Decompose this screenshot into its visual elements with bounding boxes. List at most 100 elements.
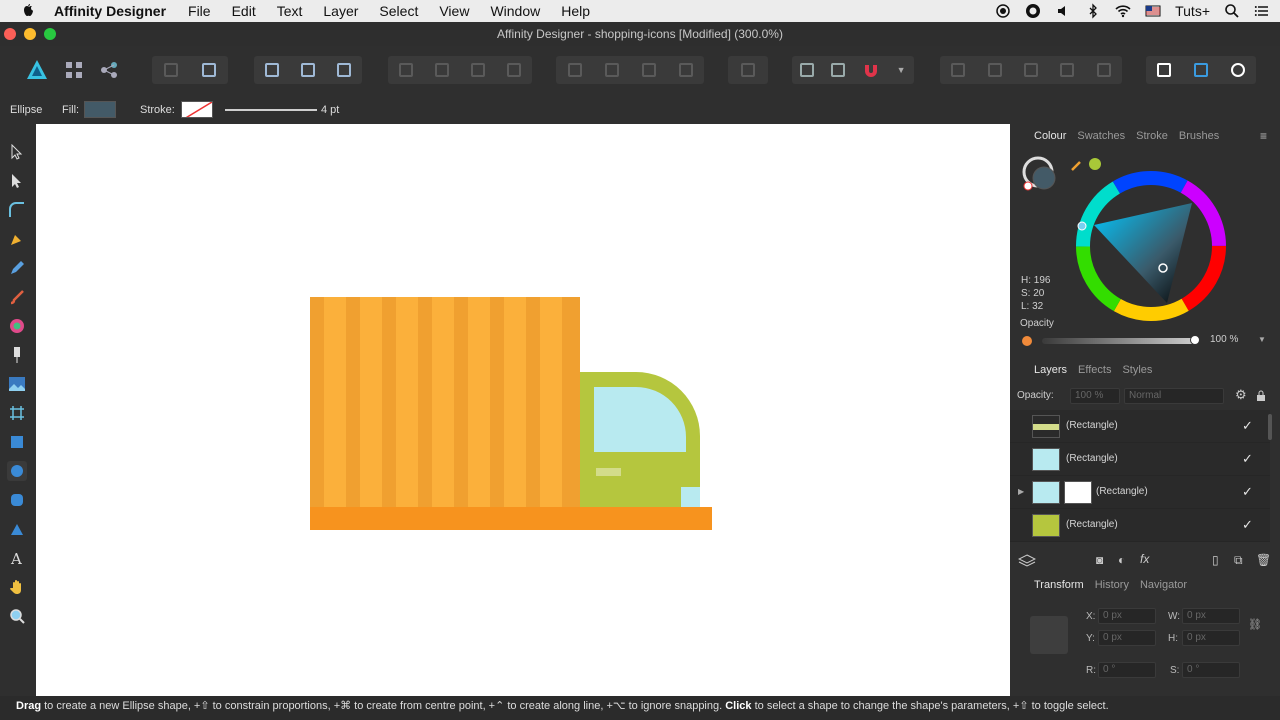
canvas[interactable]: [36, 124, 1010, 696]
toolbar-button-12[interactable]: [641, 63, 656, 77]
chevron-down-icon[interactable]: ▼: [1258, 335, 1266, 344]
menu-file[interactable]: File: [188, 3, 211, 19]
text-tool[interactable]: A: [7, 548, 27, 568]
move-tool[interactable]: [7, 142, 27, 162]
spotlight-search-icon[interactable]: [1224, 3, 1240, 19]
lock-icon[interactable]: [1256, 389, 1266, 402]
chevron-down-icon[interactable]: ▼: [897, 65, 906, 75]
visibility-check-icon[interactable]: ✓: [1242, 517, 1253, 533]
toolbar-button-13[interactable]: [678, 63, 693, 77]
menu-help[interactable]: Help: [561, 3, 590, 19]
toolbar-button-9[interactable]: [507, 63, 521, 77]
user-menu[interactable]: Tuts+: [1175, 3, 1210, 19]
expand-arrow-icon[interactable]: ▶: [1018, 487, 1024, 496]
notification-center-icon[interactable]: [1254, 3, 1270, 19]
hand-tool[interactable]: [7, 577, 27, 597]
mask-icon[interactable]: ◙: [1096, 553, 1103, 567]
rounded-rectangle-tool[interactable]: [7, 490, 27, 510]
headlight[interactable]: [681, 487, 700, 507]
fill-swatch[interactable]: [84, 101, 116, 118]
layer-opacity-field[interactable]: 100 %: [1070, 388, 1120, 404]
menu-text[interactable]: Text: [277, 3, 303, 19]
anchor-selector[interactable]: [1030, 616, 1068, 654]
fx-icon[interactable]: fx: [1140, 552, 1149, 566]
transparency-tool[interactable]: [7, 345, 27, 365]
rectangle-tool[interactable]: [7, 432, 27, 452]
tab-styles[interactable]: Styles: [1122, 364, 1152, 376]
tab-layers[interactable]: Layers: [1034, 364, 1067, 376]
toolbar-button-18[interactable]: [1096, 63, 1111, 77]
x-field[interactable]: 0 px: [1098, 608, 1156, 624]
link-icon[interactable]: ⛓: [1248, 618, 1262, 631]
tab-swatches[interactable]: Swatches: [1077, 130, 1125, 142]
toolbar-button-20[interactable]: [1193, 63, 1208, 77]
toolbar-button-7[interactable]: [435, 63, 449, 77]
tab-stroke[interactable]: Stroke: [1136, 130, 1168, 142]
toolbar-button-3[interactable]: [265, 63, 279, 77]
triangle-tool[interactable]: [7, 519, 27, 539]
toolbar-button-11[interactable]: [604, 63, 619, 77]
layers-scrollbar[interactable]: [1268, 414, 1272, 440]
colour-wheel[interactable]: [1072, 168, 1232, 328]
zoom-tool[interactable]: [7, 606, 27, 626]
magnet-icon[interactable]: [862, 61, 880, 79]
visibility-check-icon[interactable]: ✓: [1242, 451, 1253, 467]
snap-icon[interactable]: [831, 63, 846, 77]
toolbar-button-4[interactable]: [301, 63, 315, 77]
shear-field[interactable]: 0 °: [1182, 662, 1240, 678]
tab-navigator[interactable]: Navigator: [1140, 579, 1187, 591]
toolbar-button-6[interactable]: [399, 63, 413, 77]
opacity-slider[interactable]: [1042, 338, 1197, 344]
tab-history[interactable]: History: [1095, 579, 1129, 591]
gear-icon[interactable]: ⚙: [1235, 387, 1247, 403]
visibility-check-icon[interactable]: ✓: [1242, 418, 1253, 434]
close-button[interactable]: [4, 28, 16, 40]
layer-row[interactable]: (Rectangle) ✓: [1010, 410, 1270, 443]
toolbar-button-10[interactable]: [567, 63, 582, 77]
apple-icon[interactable]: [20, 3, 36, 19]
duplicate-layer-icon[interactable]: ⧉: [1234, 553, 1243, 568]
app-menu[interactable]: Affinity Designer: [54, 3, 166, 19]
flag-icon[interactable]: [1145, 3, 1161, 19]
record-icon[interactable]: [995, 3, 1011, 19]
export-persona-icon[interactable]: [99, 60, 119, 80]
minimize-button[interactable]: [24, 28, 36, 40]
pen-tool[interactable]: [7, 229, 27, 249]
h-field[interactable]: 0 px: [1182, 630, 1240, 646]
visibility-check-icon[interactable]: ✓: [1242, 484, 1253, 500]
add-layer-icon[interactable]: ▯: [1212, 553, 1219, 567]
opacity-value[interactable]: 100 %: [1210, 334, 1238, 345]
tab-transform[interactable]: Transform: [1034, 579, 1084, 591]
menu-edit[interactable]: Edit: [232, 3, 256, 19]
grid-icon[interactable]: [800, 63, 815, 77]
toolbar-button-15[interactable]: [987, 63, 1002, 77]
toolbar-button-21[interactable]: [1230, 63, 1245, 77]
toolbar-button-5[interactable]: [337, 63, 351, 77]
layer-row[interactable]: ▶ (Rectangle) ✓: [1010, 476, 1270, 509]
door-handle[interactable]: [596, 468, 621, 476]
menu-view[interactable]: View: [439, 3, 469, 19]
trash-icon[interactable]: 🗑: [1256, 553, 1271, 567]
bluetooth-icon[interactable]: [1085, 3, 1101, 19]
pixel-persona-icon[interactable]: [64, 60, 84, 80]
tab-colour[interactable]: Colour: [1034, 130, 1066, 142]
y-field[interactable]: 0 px: [1098, 630, 1156, 646]
wifi-icon[interactable]: [1115, 3, 1131, 19]
toolbar-button-14[interactable]: [951, 63, 966, 77]
designer-persona-icon[interactable]: [25, 58, 49, 82]
artboard-tool[interactable]: [7, 403, 27, 423]
place-image-tool[interactable]: [7, 374, 27, 394]
toolbar-button-2[interactable]: [202, 63, 216, 77]
rotation-field[interactable]: 0 °: [1098, 662, 1156, 678]
node-tool[interactable]: [7, 171, 27, 191]
blend-mode-select[interactable]: Normal: [1124, 388, 1224, 404]
stroke-width-slider[interactable]: [225, 109, 317, 111]
stroke-width-value[interactable]: 4 pt: [321, 104, 339, 116]
fill-stroke-selector[interactable]: [1020, 156, 1060, 194]
layer-row[interactable]: (Rectangle) ✓: [1010, 509, 1270, 542]
stroke-swatch[interactable]: [181, 101, 213, 118]
tab-brushes[interactable]: Brushes: [1179, 130, 1219, 142]
layers-stack-icon[interactable]: [1018, 554, 1036, 568]
menu-select[interactable]: Select: [379, 3, 418, 19]
ellipse-tool[interactable]: [7, 461, 27, 481]
